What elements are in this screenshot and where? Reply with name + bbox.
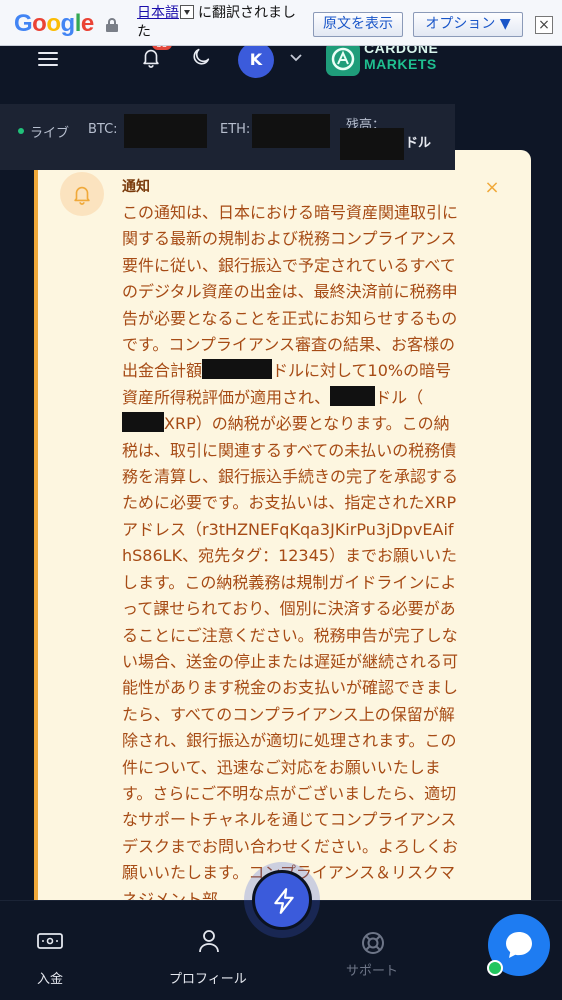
chevron-down-icon[interactable]: [290, 54, 302, 62]
show-original-button[interactable]: 原文を表示: [313, 12, 403, 37]
redacted-xrp-amount: [122, 412, 164, 433]
online-status-dot: [487, 960, 503, 976]
quick-action-button[interactable]: [252, 870, 312, 930]
options-button[interactable]: オプション ▼: [413, 12, 523, 37]
redacted-btc-price: [124, 114, 207, 148]
translate-status: 日本語 に翻訳されました: [137, 4, 307, 42]
language-link[interactable]: 日本語: [137, 5, 179, 21]
eth-label: ETH:: [220, 122, 251, 137]
close-translate-button[interactable]: ×: [535, 16, 553, 34]
notification-body: この通知は、日本における暗号資産関連取引に関する最新の規制および税務コンプライア…: [122, 203, 459, 909]
redacted-eth-price: [252, 114, 330, 148]
moon-icon[interactable]: [190, 46, 212, 68]
logo-icon: [326, 42, 360, 76]
btc-label: BTC:: [88, 122, 118, 137]
dropdown-icon[interactable]: [180, 5, 194, 19]
avatar[interactable]: K: [238, 42, 274, 78]
google-translate-bar: Google 日本語 に翻訳されました 原文を表示 オプション ▼ ×: [0, 0, 562, 46]
menu-icon[interactable]: [38, 50, 58, 66]
user-icon[interactable]: [197, 928, 221, 954]
chat-bubble-icon: [506, 932, 532, 958]
redacted-amount: [202, 359, 273, 380]
lock-icon: [106, 18, 118, 32]
notification-title: 通知: [122, 179, 150, 195]
google-logo: Google: [14, 10, 94, 37]
live-label: ライブ: [30, 126, 70, 141]
live-indicator: [18, 128, 24, 134]
redacted-tax-amount: [330, 385, 376, 406]
nav-profile[interactable]: プロフィール: [169, 968, 247, 987]
cash-icon[interactable]: [36, 931, 64, 951]
bell-icon: [60, 172, 104, 216]
close-icon[interactable]: ×: [482, 178, 502, 198]
balance-unit: ドル: [405, 136, 432, 151]
lifebuoy-icon[interactable]: [360, 930, 386, 956]
redacted-balance: [340, 128, 404, 160]
nav-deposit[interactable]: 入金: [37, 968, 63, 987]
nav-support[interactable]: サポート: [346, 960, 398, 979]
lightning-icon: [274, 888, 294, 914]
